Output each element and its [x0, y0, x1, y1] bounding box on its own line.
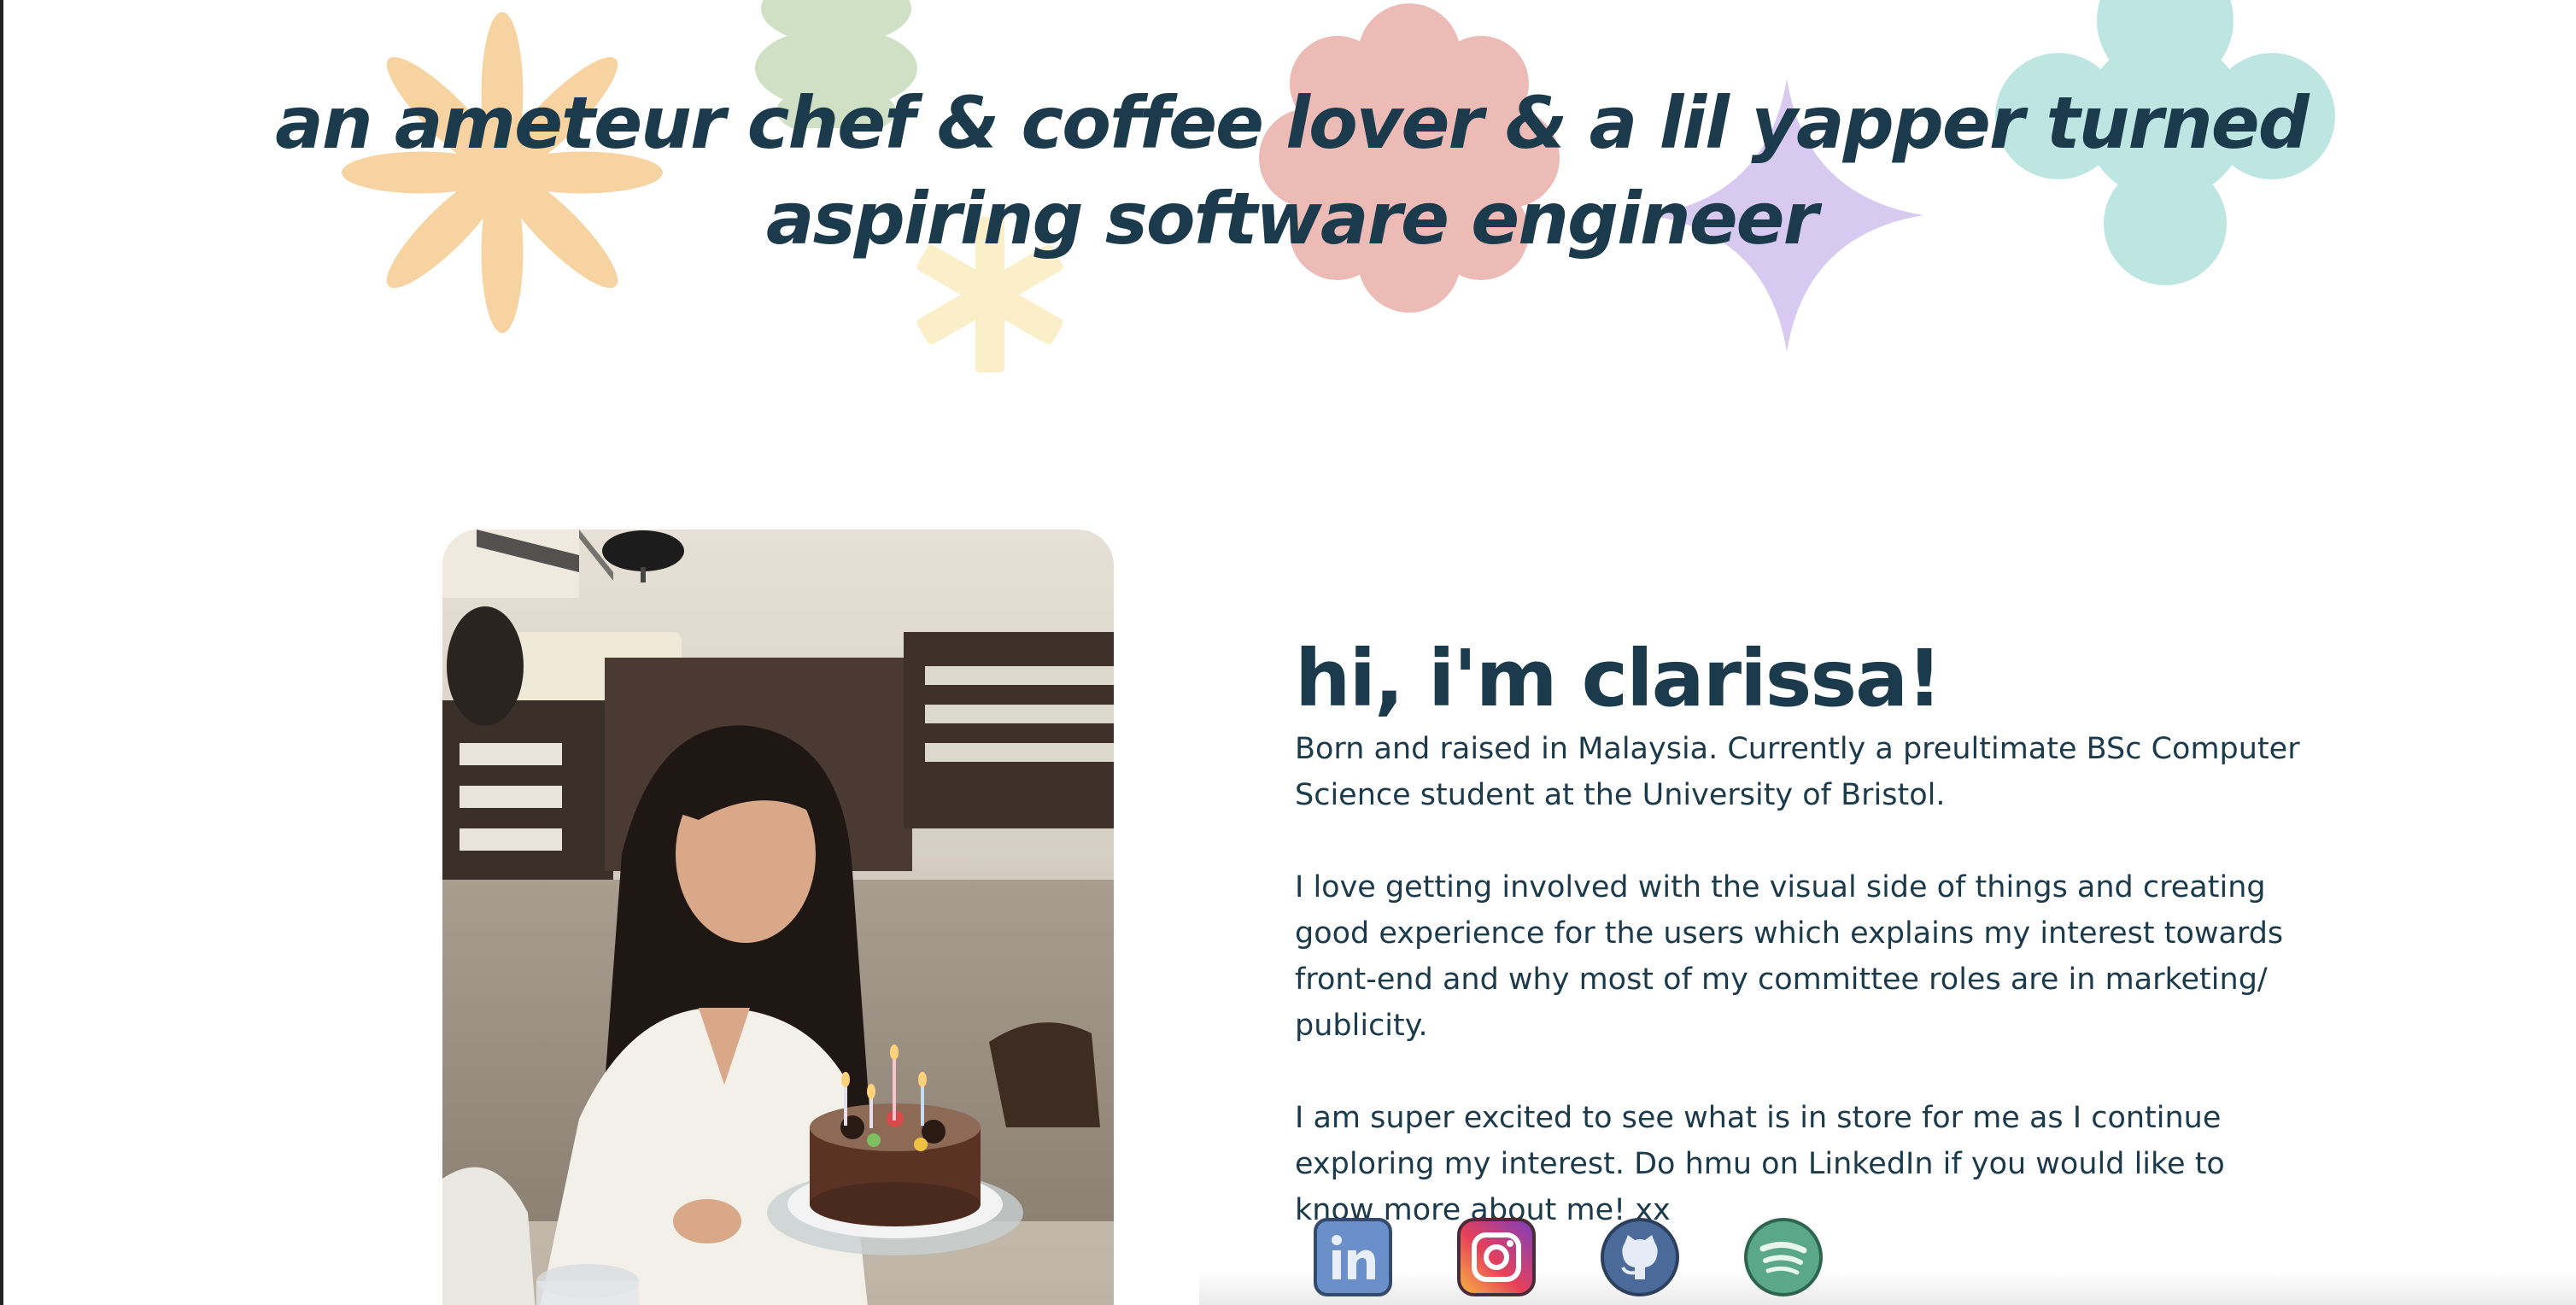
hero-title: an ameteur chef & coffee lover & a lil y…: [3, 75, 2576, 266]
hero-title-line-1: an ameteur chef & coffee lover & a lil y…: [275, 81, 2310, 165]
about-paragraph-1: Born and raised in Malaysia. Currently a…: [1295, 732, 2300, 812]
profile-photo: [442, 530, 1114, 1305]
about-heading: hi, i'm clarissa!: [1295, 633, 1942, 724]
page: an ameteur chef & coffee lover & a lil y…: [0, 0, 2576, 1305]
about-paragraph-3: I am super excited to see what is in sto…: [1295, 1101, 2225, 1227]
spotify-icon[interactable]: [1742, 1216, 1824, 1298]
about-paragraph-2: I love getting involved with the visual …: [1295, 870, 2284, 1043]
linkedin-icon[interactable]: [1312, 1216, 1394, 1298]
github-icon[interactable]: [1599, 1216, 1681, 1298]
about-section: hi, i'm clarissa! Born and raised in Mal…: [1295, 632, 2303, 1279]
social-links: [1312, 1216, 1824, 1298]
instagram-icon[interactable]: [1455, 1216, 1537, 1298]
hero-title-line-2: aspiring software engineer: [765, 177, 1818, 260]
